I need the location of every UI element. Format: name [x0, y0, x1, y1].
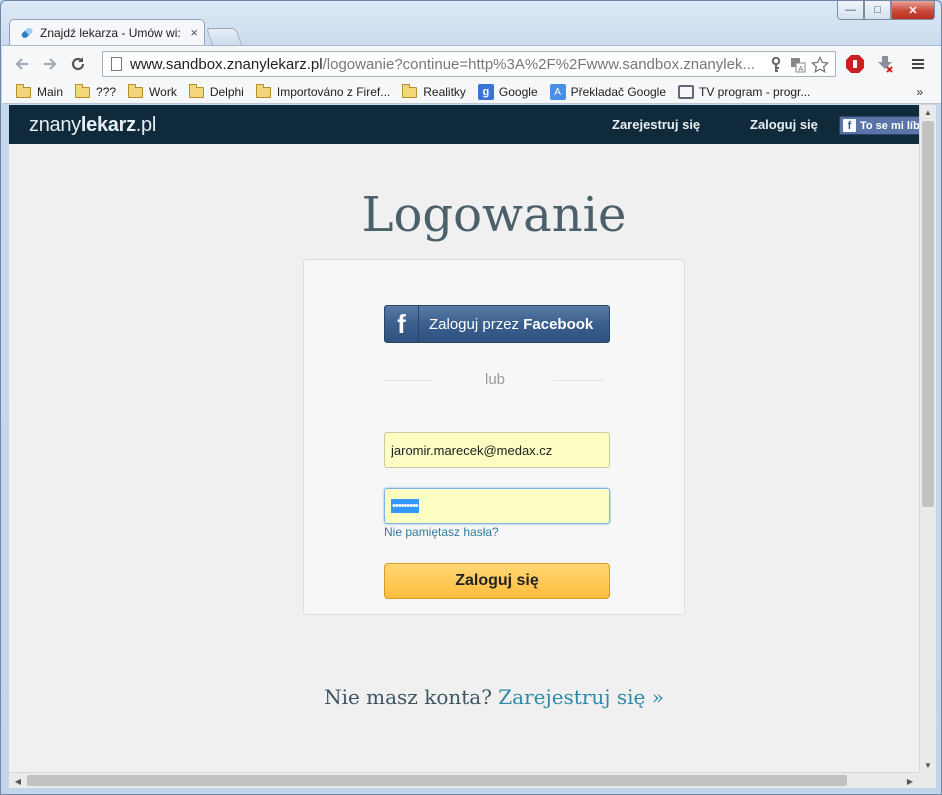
folder-icon — [402, 83, 418, 98]
address-bar[interactable]: www.sandbox.znanylekarz.pl/logowanie?con… — [102, 51, 836, 77]
bookmark-translate[interactable]: A Překladač Google — [549, 84, 666, 100]
page-viewport: znanylekarz.pl Zarejestruj się Zaloguj s… — [9, 105, 919, 772]
folder-icon — [75, 83, 91, 98]
window-controls: — □ ✕ — [837, 1, 935, 20]
page-title: Logowanie — [361, 187, 627, 243]
adblock-icon[interactable] — [845, 54, 865, 74]
folder-icon — [16, 83, 31, 98]
folder-icon — [188, 83, 204, 98]
site-header: znanylekarz.pl Zarejestruj się Zaloguj s… — [9, 105, 919, 144]
bookmark-imported[interactable]: Importováno z Firef... — [255, 83, 390, 99]
bookmarks-bar: Main ??? Work Delphi Importováno z Firef… — [2, 81, 941, 104]
menu-icon[interactable] — [908, 54, 928, 74]
bookmark-main[interactable]: Main — [16, 83, 63, 99]
tab-close-icon[interactable]: × — [190, 25, 198, 40]
tab-strip: Znajdź lekarza - Umów wi: × — [9, 19, 243, 45]
key-icon[interactable] — [765, 55, 787, 75]
forgot-password-link[interactable]: Nie pamiętasz hasła? — [384, 525, 499, 539]
vertical-scrollbar[interactable]: ▲ ▼ — [919, 105, 936, 772]
browser-tab[interactable]: Znajdź lekarza - Umów wi: × — [9, 19, 205, 45]
bookmark-delphi[interactable]: Delphi — [188, 83, 244, 99]
vertical-scroll-thumb[interactable] — [922, 121, 934, 507]
close-window-button[interactable]: ✕ — [891, 1, 935, 20]
omnibox-icons: A — [765, 55, 831, 75]
scroll-down-icon[interactable]: ▼ — [920, 758, 936, 772]
register-prompt: Nie masz konta? Zarejestruj się » — [324, 685, 664, 709]
divider-or: lub — [484, 371, 506, 388]
reload-icon[interactable] — [64, 50, 92, 78]
back-icon[interactable] — [8, 50, 36, 78]
register-link[interactable]: Zarejestruj się » — [498, 685, 664, 709]
login-form: f Zaloguj przez Facebook lub ••••••••• N… — [303, 259, 685, 615]
horizontal-scrollbar[interactable]: ◀ ▶ — [9, 772, 919, 788]
scroll-left-icon[interactable]: ◀ — [11, 773, 25, 789]
bookmark-google[interactable]: g Google — [477, 84, 538, 100]
header-login-link[interactable]: Zaloguj się — [750, 117, 818, 132]
bookmarks-overflow-button[interactable]: » — [916, 85, 923, 99]
password-selection: ••••••••• — [391, 499, 419, 513]
star-icon[interactable] — [809, 55, 831, 75]
download-blocked-icon[interactable] — [875, 54, 895, 74]
email-input[interactable] — [384, 432, 610, 468]
page-icon — [111, 57, 122, 71]
facebook-like-button[interactable]: f To se mi líbí — [839, 116, 919, 135]
scroll-up-icon[interactable]: ▲ — [920, 105, 936, 119]
scrollbar-corner — [919, 772, 936, 788]
password-input[interactable]: ••••••••• — [384, 488, 610, 524]
facebook-login-button[interactable]: f Zaloguj przez Facebook — [384, 305, 610, 343]
bookmark-work[interactable]: Work — [128, 83, 177, 99]
tab-title: Znajdź lekarza - Umów wi: — [40, 25, 181, 40]
url-host: www.sandbox.znanylekarz.pl — [130, 55, 323, 73]
translate-icon[interactable]: A — [787, 55, 809, 75]
facebook-icon: f — [843, 119, 856, 132]
site-logo[interactable]: znanylekarz.pl — [29, 114, 156, 137]
bookmark-tv-program[interactable]: TV program - progr... — [678, 85, 810, 99]
browser-window: — □ ✕ Znajdź lekarza - Umów wi: × www.sa… — [0, 0, 942, 795]
folder-icon — [255, 83, 271, 98]
browser-toolbar: www.sandbox.znanylekarz.pl/logowanie?con… — [2, 45, 941, 81]
header-register-link[interactable]: Zarejestruj się — [612, 117, 700, 132]
new-tab-button[interactable] — [205, 28, 243, 45]
translate-icon: A — [549, 84, 566, 100]
maximize-button[interactable]: □ — [864, 1, 891, 20]
scroll-right-icon[interactable]: ▶ — [903, 773, 917, 789]
google-icon: g — [477, 84, 494, 100]
bookmark-unknown[interactable]: ??? — [75, 83, 116, 99]
url-path: /logowanie?continue=http%3A%2F%2Fwww.san… — [322, 55, 755, 73]
bookmark-realitky[interactable]: Realitky — [402, 83, 466, 99]
svg-text:A: A — [799, 66, 804, 73]
folder-icon — [128, 83, 144, 98]
minimize-button[interactable]: — — [837, 1, 864, 20]
login-submit-button[interactable]: Zaloguj się — [384, 563, 610, 599]
horizontal-scroll-thumb[interactable] — [27, 775, 847, 786]
facebook-icon: f — [385, 306, 419, 342]
forward-icon[interactable] — [36, 50, 64, 78]
tv-icon — [678, 85, 695, 99]
pill-icon — [20, 26, 34, 40]
